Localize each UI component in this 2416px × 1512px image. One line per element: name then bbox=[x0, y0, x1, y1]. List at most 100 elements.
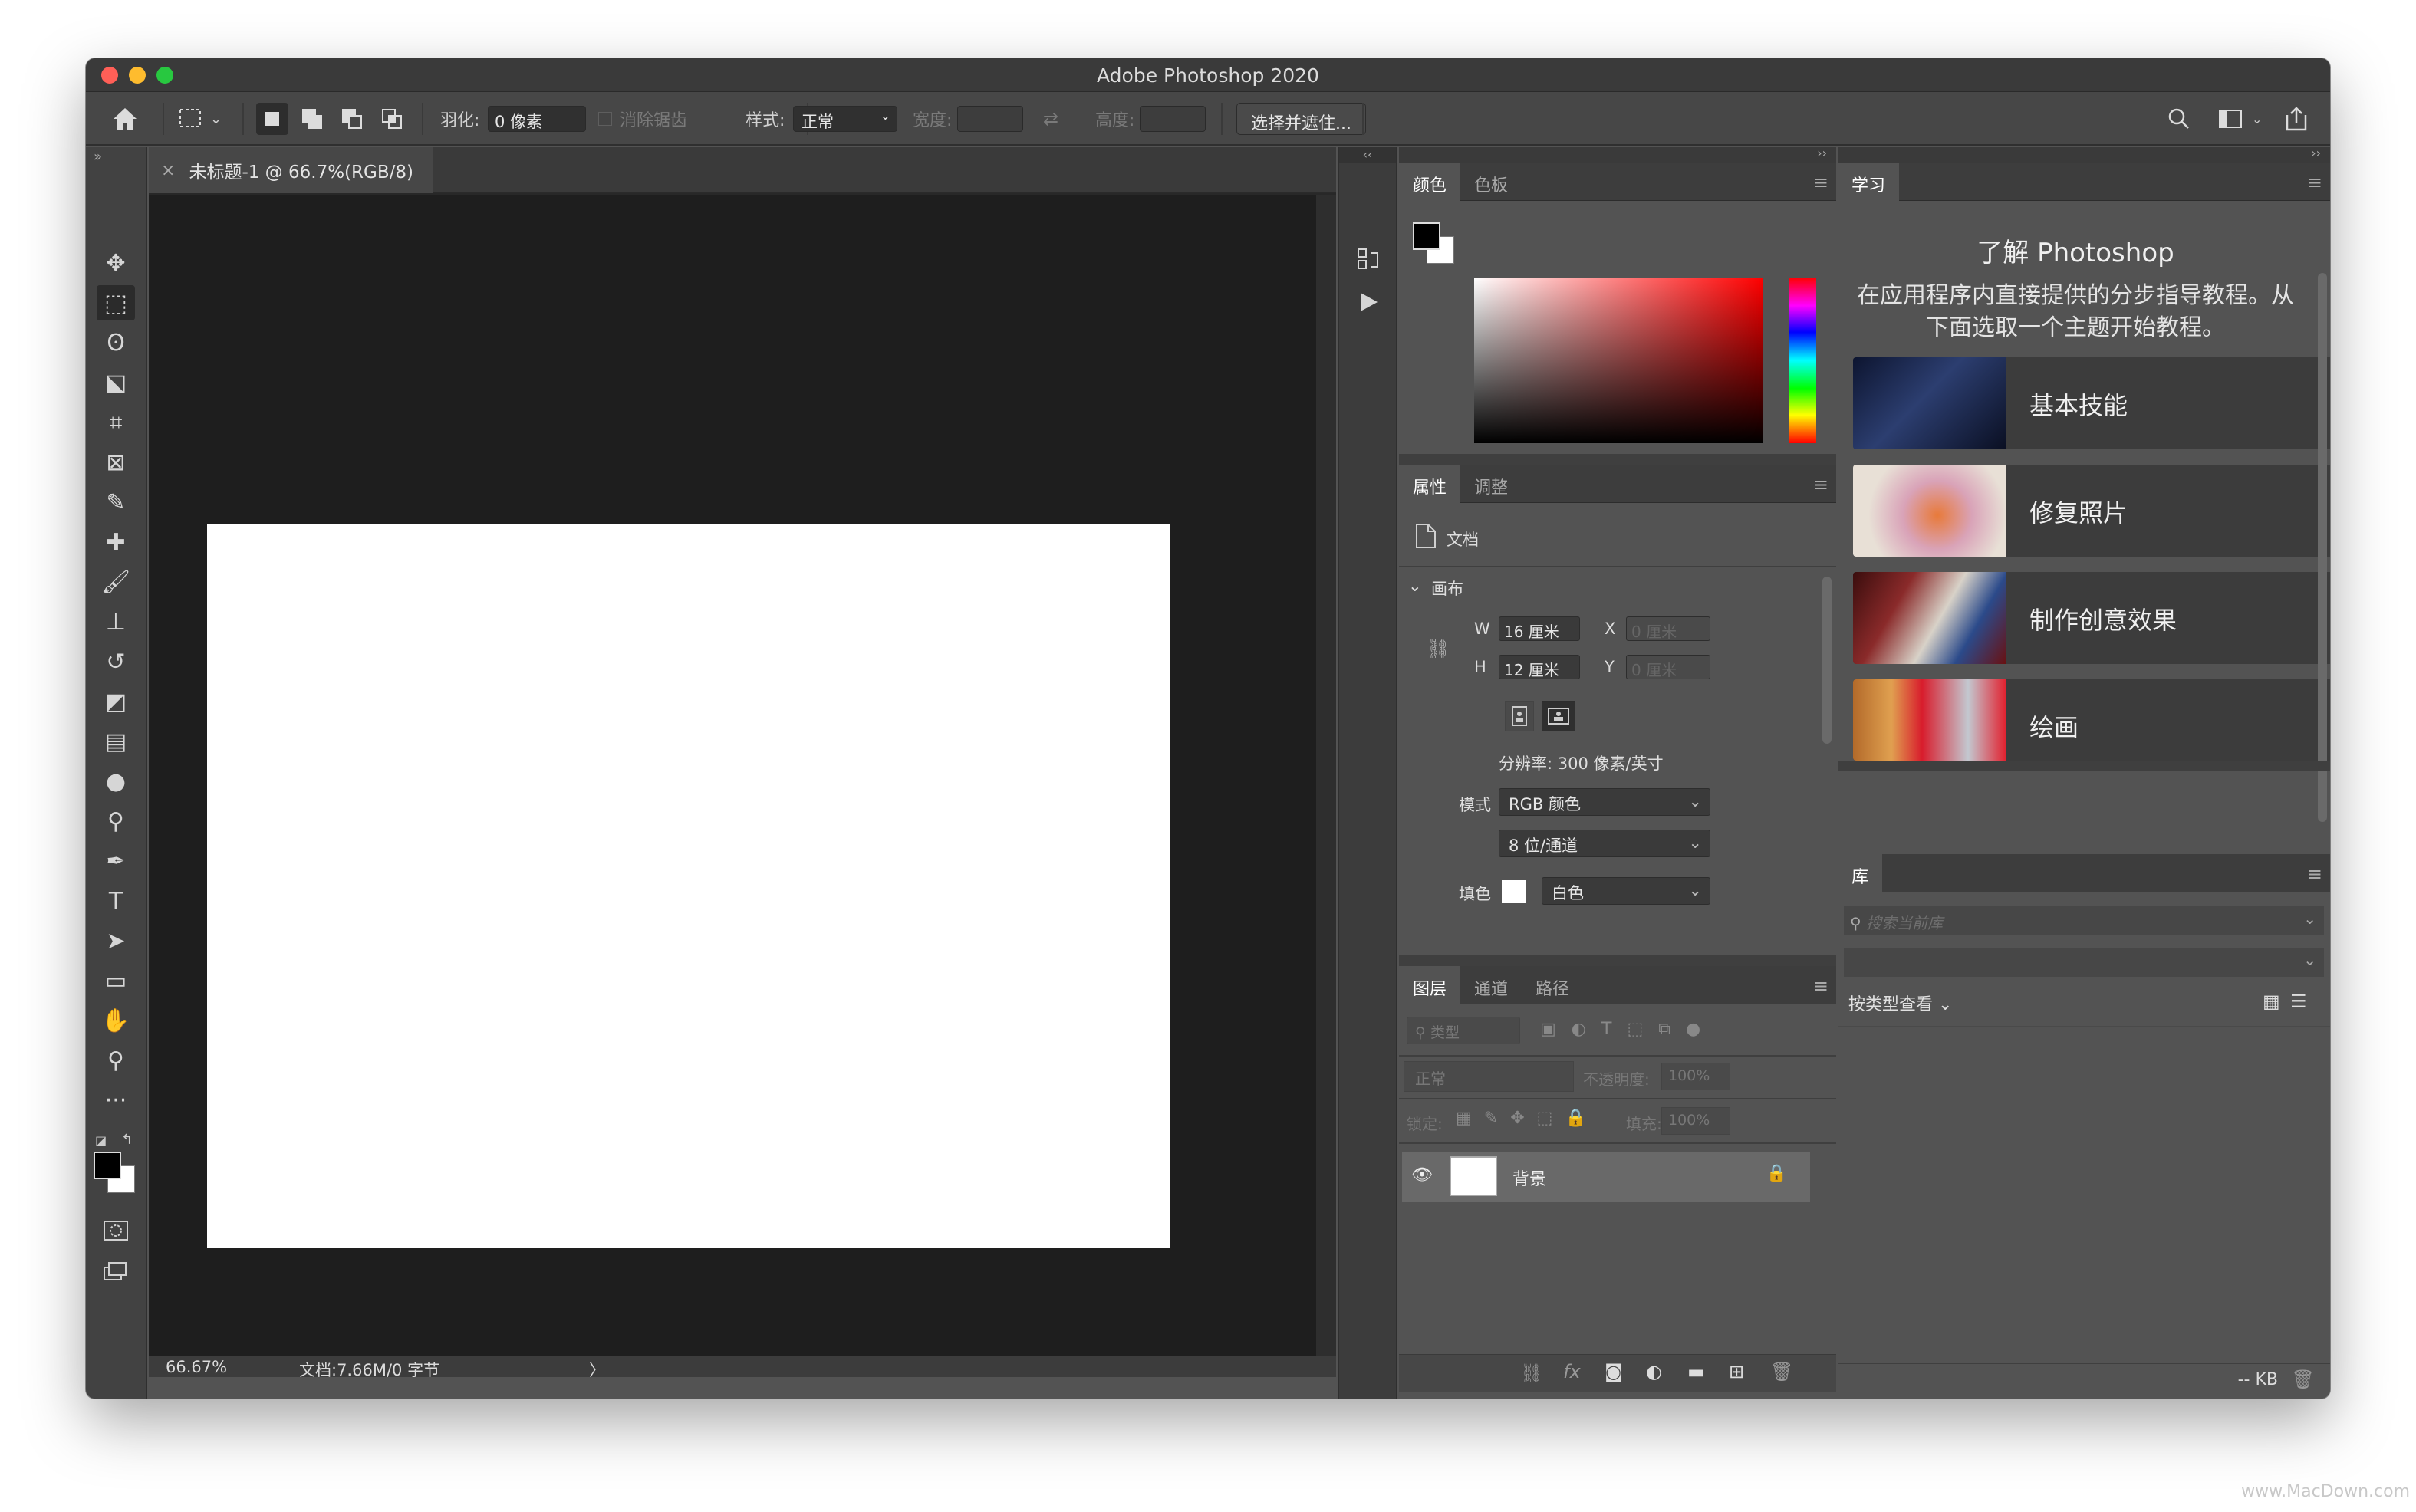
grid-view-icon[interactable]: ▦ bbox=[2263, 991, 2280, 1012]
lasso-tool[interactable]: ʘ bbox=[97, 325, 135, 360]
stamp-tool[interactable]: ⊥ bbox=[97, 604, 135, 639]
brush-tool[interactable]: 🖌 bbox=[97, 564, 135, 600]
expand-panel-icon[interactable]: » bbox=[94, 149, 102, 165]
delete-layer-icon[interactable]: 🗑 bbox=[1770, 1361, 1793, 1382]
fx-icon[interactable]: fx bbox=[1563, 1361, 1581, 1382]
adjustment-filter-icon[interactable]: ◐ bbox=[1572, 1020, 1601, 1039]
library-select[interactable]: ⌄ bbox=[1844, 948, 2324, 977]
canvas-width-input[interactable]: 16 厘米 bbox=[1499, 616, 1580, 641]
collapse-dock-icon[interactable]: ›› bbox=[2311, 146, 2321, 160]
height-input[interactable] bbox=[1140, 106, 1206, 132]
shape-filter-icon[interactable]: ⬚ bbox=[1627, 1020, 1658, 1039]
width-input[interactable] bbox=[957, 106, 1023, 132]
default-colors-icon[interactable]: ◪ bbox=[95, 1133, 107, 1148]
filter-toggle-icon[interactable]: ● bbox=[1686, 1020, 1716, 1039]
zoom-tool[interactable]: ⚲ bbox=[97, 1043, 135, 1078]
select-and-mask-button[interactable]: 选择并遮住... bbox=[1236, 103, 1366, 135]
layer-fill-input[interactable]: 100% bbox=[1661, 1107, 1730, 1135]
hand-tool[interactable]: ✋ bbox=[97, 1003, 135, 1038]
search-button[interactable] bbox=[2167, 92, 2191, 146]
tab-learn[interactable]: 学习 bbox=[1838, 163, 1900, 201]
status-menu-arrow[interactable]: 〉 bbox=[589, 1358, 605, 1381]
learn-topic-card[interactable]: 制作创意效果 › bbox=[1853, 572, 2330, 664]
lock-transparency-icon[interactable]: ▦ bbox=[1456, 1109, 1484, 1128]
link-icon[interactable]: ⛓ bbox=[1427, 638, 1450, 659]
canvas-workspace[interactable] bbox=[149, 195, 1316, 1356]
smart-object-filter-icon[interactable]: ⧉ bbox=[1658, 1020, 1686, 1039]
more-tools[interactable]: ··· bbox=[97, 1083, 135, 1118]
document-tab[interactable]: × 未标题-1 @ 66.7%(RGB/8) bbox=[149, 147, 433, 193]
pen-tool[interactable]: ✒ bbox=[97, 843, 135, 879]
history-brush-tool[interactable]: ↺ bbox=[97, 644, 135, 679]
type-tool[interactable]: T bbox=[97, 883, 135, 919]
canvas-section-toggle[interactable]: ⌄ bbox=[1408, 577, 1422, 595]
crop-tool[interactable]: ⌗ bbox=[97, 405, 135, 440]
healing-tool[interactable]: ✚ bbox=[97, 524, 135, 560]
tab-swatches[interactable]: 色板 bbox=[1460, 163, 1522, 201]
fill-select[interactable]: 白色 ⌄ bbox=[1542, 877, 1710, 905]
object-select-tool[interactable]: ⬕ bbox=[97, 365, 135, 400]
bit-depth-select[interactable]: 8 位/通道 ⌄ bbox=[1499, 830, 1710, 857]
quick-mask-button[interactable] bbox=[97, 1213, 135, 1248]
tab-adjustments[interactable]: 调整 bbox=[1460, 465, 1522, 503]
rectangle-tool[interactable]: ▭ bbox=[97, 963, 135, 998]
add-selection-button[interactable] bbox=[296, 103, 328, 135]
intersect-selection-button[interactable] bbox=[376, 103, 408, 135]
panel-menu-icon[interactable]: ≡ bbox=[2307, 863, 2322, 885]
tab-paths[interactable]: 路径 bbox=[1522, 966, 1583, 1004]
gradient-tool[interactable]: ▤ bbox=[97, 724, 135, 759]
color-mode-select[interactable]: RGB 颜色 ⌄ bbox=[1499, 788, 1710, 816]
panel-menu-icon[interactable]: ≡ bbox=[1813, 172, 1828, 193]
learn-topic-card[interactable]: 基本技能 › bbox=[1853, 357, 2330, 449]
panel-menu-icon[interactable]: ≡ bbox=[1813, 975, 1828, 997]
screen-mode-button[interactable] bbox=[97, 1254, 135, 1290]
view-by-type-button[interactable]: 按类型查看 ⌄ bbox=[1848, 991, 1952, 1015]
share-button[interactable] bbox=[2284, 92, 2309, 146]
list-view-icon[interactable]: ☰ bbox=[2290, 991, 2307, 1012]
lock-position-icon[interactable]: ✥ bbox=[1510, 1109, 1536, 1128]
type-filter-icon[interactable]: T bbox=[1601, 1020, 1627, 1039]
tab-library[interactable]: 库 bbox=[1838, 854, 1883, 892]
landscape-orientation-button[interactable] bbox=[1542, 701, 1575, 731]
link-layers-icon[interactable]: ⛓ bbox=[1520, 1362, 1543, 1384]
blur-tool[interactable]: ● bbox=[97, 764, 135, 799]
color-foreground-swatch[interactable] bbox=[1413, 222, 1440, 250]
collapse-strip-icon[interactable]: ‹‹ bbox=[1339, 147, 1396, 163]
actions-panel-button[interactable] bbox=[1353, 287, 1384, 317]
marquee-tool[interactable]: ⬚ bbox=[97, 285, 135, 320]
style-select[interactable]: 正常 ⌄ bbox=[793, 106, 897, 132]
hue-slider[interactable] bbox=[1789, 278, 1816, 443]
zoom-level[interactable]: 66.67% bbox=[166, 1358, 227, 1376]
color-picker-field[interactable] bbox=[1474, 278, 1763, 443]
lock-all-icon[interactable]: 🔒 bbox=[1565, 1109, 1598, 1128]
eraser-tool[interactable]: ◩ bbox=[97, 684, 135, 719]
tab-color[interactable]: 颜色 bbox=[1399, 163, 1461, 201]
portrait-orientation-button[interactable] bbox=[1505, 701, 1534, 731]
learn-topic-card[interactable]: 绘画 › bbox=[1853, 679, 2330, 761]
path-select-tool[interactable]: ➤ bbox=[97, 923, 135, 958]
history-panel-button[interactable] bbox=[1353, 244, 1384, 274]
tab-layers[interactable]: 图层 bbox=[1399, 966, 1461, 1004]
lock-artboard-icon[interactable]: ⬚ bbox=[1537, 1109, 1565, 1128]
adjustment-layer-icon[interactable]: ◐ bbox=[1646, 1361, 1662, 1382]
swap-colors-icon[interactable]: ↰ bbox=[121, 1132, 133, 1148]
subtract-selection-button[interactable] bbox=[336, 103, 368, 135]
panel-menu-icon[interactable]: ≡ bbox=[1813, 474, 1828, 495]
canvas-y-input[interactable]: 0 厘米 bbox=[1626, 655, 1710, 679]
home-button[interactable] bbox=[112, 92, 138, 146]
learn-topic-card[interactable]: 修复照片 › bbox=[1853, 465, 2330, 557]
lock-pixels-icon[interactable]: ✎ bbox=[1484, 1109, 1510, 1128]
new-group-icon[interactable]: ▬ bbox=[1687, 1361, 1705, 1382]
new-layer-icon[interactable]: ⊞ bbox=[1729, 1361, 1744, 1382]
workspace-switcher[interactable]: ⌄ bbox=[2218, 92, 2262, 146]
tab-properties[interactable]: 属性 bbox=[1399, 465, 1461, 503]
new-selection-button[interactable] bbox=[256, 103, 288, 135]
tab-channels[interactable]: 通道 bbox=[1460, 966, 1522, 1004]
panel-menu-icon[interactable]: ≡ bbox=[2307, 172, 2322, 193]
frame-tool[interactable]: ⊠ bbox=[97, 445, 135, 480]
canvas-x-input[interactable]: 0 厘米 bbox=[1626, 616, 1710, 641]
feather-input[interactable]: 0 像素 bbox=[488, 106, 586, 132]
properties-scrollbar[interactable] bbox=[1822, 577, 1832, 744]
learn-scrollbar[interactable] bbox=[2318, 273, 2327, 822]
swap-icon[interactable]: ⇄ bbox=[1043, 92, 1058, 146]
